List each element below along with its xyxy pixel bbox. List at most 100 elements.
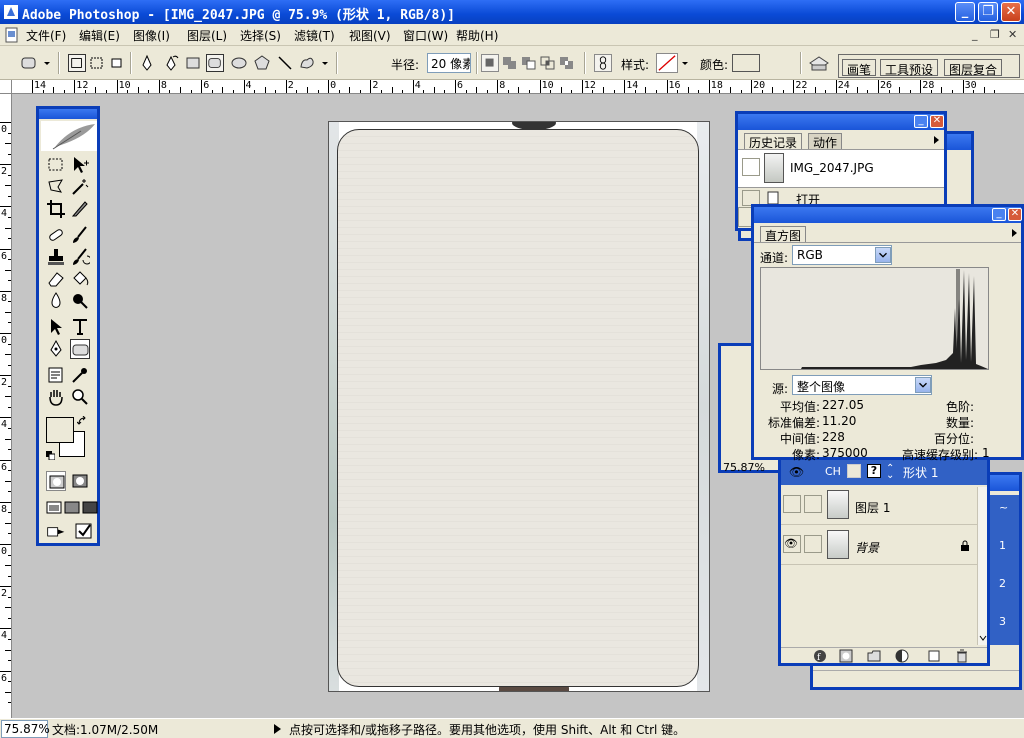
standard-mode-button[interactable] <box>46 471 66 491</box>
menu-help[interactable]: 帮助(H) <box>456 27 498 44</box>
menu-select[interactable]: 选择(S) <box>240 27 281 44</box>
panel-menu-arrow-icon[interactable] <box>930 133 942 147</box>
chevron-down-icon[interactable] <box>680 54 690 72</box>
doc-restore-button[interactable]: ❐ <box>990 28 1000 41</box>
blur-tool[interactable] <box>46 291 66 311</box>
subtract-shape-button[interactable] <box>520 54 538 72</box>
marquee-tool[interactable] <box>46 155 66 175</box>
exclude-shape-button[interactable] <box>558 54 576 72</box>
tab-history[interactable]: 历史记录 <box>744 133 803 150</box>
dodge-tool[interactable] <box>70 291 90 311</box>
link-toggle[interactable] <box>804 535 822 553</box>
palette-tab-layer-comps[interactable]: 图层复合 <box>944 59 1003 77</box>
histogram-panel-title-bar[interactable] <box>754 207 1021 223</box>
fill-pixels-mode-button[interactable] <box>108 54 126 72</box>
panel-close-button[interactable]: ✕ <box>1008 208 1022 221</box>
freeform-pen-tool-button[interactable] <box>162 54 180 72</box>
type-tool[interactable] <box>70 317 90 337</box>
chevron-down-icon[interactable] <box>978 633 988 643</box>
close-button[interactable]: ✕ <box>1001 2 1021 22</box>
clone-stamp-tool[interactable] <box>46 247 66 267</box>
color-swatch[interactable] <box>732 54 760 72</box>
pen-tool[interactable] <box>46 339 66 359</box>
top-ruler[interactable]: 14 12 10 8 6 4 2 0 2 4 6 8 10 12 14 16 18 20 22 24 26 28 30 <box>12 80 1024 94</box>
jump-to-imageready-button[interactable] <box>74 521 94 541</box>
chevron-down-icon[interactable] <box>915 377 931 393</box>
trash-icon[interactable] <box>955 649 969 663</box>
help-icon[interactable]: ? <box>867 464 881 478</box>
history-snapshot-row[interactable]: IMG_2047.JPG <box>738 149 944 187</box>
ruler-corner[interactable] <box>0 80 12 94</box>
layer-style-icon[interactable]: f <box>813 649 827 663</box>
foreground-color-swatch[interactable] <box>46 417 74 443</box>
doc-close-button[interactable]: ✕ <box>1008 28 1017 41</box>
chevron-down-icon[interactable] <box>875 247 891 263</box>
line-tool-button[interactable] <box>276 54 294 72</box>
brush-tool[interactable] <box>70 225 90 245</box>
navigator-zoom[interactable]: 75.87% <box>723 461 765 474</box>
eraser-tool[interactable] <box>46 269 66 289</box>
rectangle-tool-button[interactable] <box>184 54 202 72</box>
file-browser-button[interactable] <box>46 521 70 541</box>
tool-preset-picker[interactable] <box>20 54 38 72</box>
radius-input[interactable]: 20 像素 <box>427 53 471 73</box>
eye-icon[interactable]: 👁 <box>789 465 804 479</box>
zoom-level-input[interactable]: 75.87% <box>1 720 50 738</box>
chevron-down-icon[interactable] <box>42 54 52 72</box>
magic-wand-tool[interactable] <box>70 177 90 197</box>
visibility-toggle[interactable] <box>783 495 801 513</box>
style-picker[interactable] <box>656 53 678 73</box>
default-colors-icon[interactable] <box>46 449 56 461</box>
play-arrow-icon[interactable] <box>272 723 282 735</box>
menu-image[interactable]: 图像(I) <box>133 27 170 44</box>
palette-tab-brushes[interactable]: 画笔 <box>842 59 877 77</box>
shape-layers-mode-button[interactable] <box>68 54 86 72</box>
menu-view[interactable]: 视图(V) <box>349 27 391 44</box>
full-screen-menu-mode-button[interactable] <box>62 497 80 517</box>
panel-minimize-button[interactable]: _ <box>914 115 928 128</box>
new-layer-icon[interactable] <box>927 649 941 663</box>
tab-actions[interactable]: 动作 <box>808 133 843 150</box>
custom-shape-tool-button[interactable] <box>298 54 316 72</box>
ellipse-tool-button[interactable] <box>230 54 248 72</box>
paint-bucket-tool[interactable] <box>70 269 90 289</box>
restore-button[interactable]: ❐ <box>978 2 998 22</box>
menu-filter[interactable]: 滤镜(T) <box>294 27 335 44</box>
crop-tool[interactable] <box>46 199 66 219</box>
menu-edit[interactable]: 编辑(E) <box>79 27 120 44</box>
link-toggle[interactable] <box>804 495 822 513</box>
visibility-toggle[interactable]: 👁 <box>783 535 801 553</box>
paths-mode-button[interactable] <box>88 54 106 72</box>
pen-tool-button[interactable] <box>138 54 156 72</box>
adjustment-layer-icon[interactable] <box>895 649 909 663</box>
panel-close-button[interactable]: ✕ <box>930 115 944 128</box>
panel-minimize-button[interactable]: _ <box>992 208 1006 221</box>
rounded-rectangle-shape[interactable] <box>337 129 699 687</box>
path-selection-tool[interactable] <box>46 317 66 337</box>
shape-tool-active[interactable] <box>70 339 90 359</box>
palette-well-toggle[interactable] <box>808 54 830 72</box>
lasso-tool[interactable] <box>46 177 66 197</box>
add-to-shape-button[interactable] <box>501 54 519 72</box>
document-canvas[interactable] <box>328 121 710 692</box>
link-layer-style-button[interactable] <box>594 54 612 72</box>
menu-window[interactable]: 窗口(W) <box>403 27 448 44</box>
menu-file[interactable]: 文件(F) <box>26 27 66 44</box>
document-size-info[interactable]: 文档:1.07M/2.50M <box>52 721 158 738</box>
chevron-down-icon[interactable] <box>320 54 330 72</box>
slice-tool[interactable] <box>70 199 90 219</box>
hand-tool[interactable] <box>46 387 66 407</box>
standard-screen-mode-button[interactable] <box>44 497 62 517</box>
source-select[interactable]: 整个图像 <box>792 375 932 395</box>
full-screen-mode-button[interactable] <box>80 497 98 517</box>
palette-tab-tool-presets[interactable]: 工具预设 <box>880 59 939 77</box>
toolbox-title-bar[interactable] <box>39 109 97 119</box>
notes-tool[interactable] <box>46 365 66 385</box>
panel-menu-arrow-icon[interactable] <box>1008 226 1020 240</box>
history-brush-tool[interactable] <box>70 247 92 267</box>
intersect-shape-button[interactable] <box>539 54 557 72</box>
layer-row-layer1[interactable]: 图层 1 <box>781 487 977 525</box>
layer-name[interactable]: 背景 <box>855 539 879 556</box>
doc-minimize-button[interactable]: _ <box>972 28 978 41</box>
adobe-feather-logo[interactable] <box>41 121 97 151</box>
